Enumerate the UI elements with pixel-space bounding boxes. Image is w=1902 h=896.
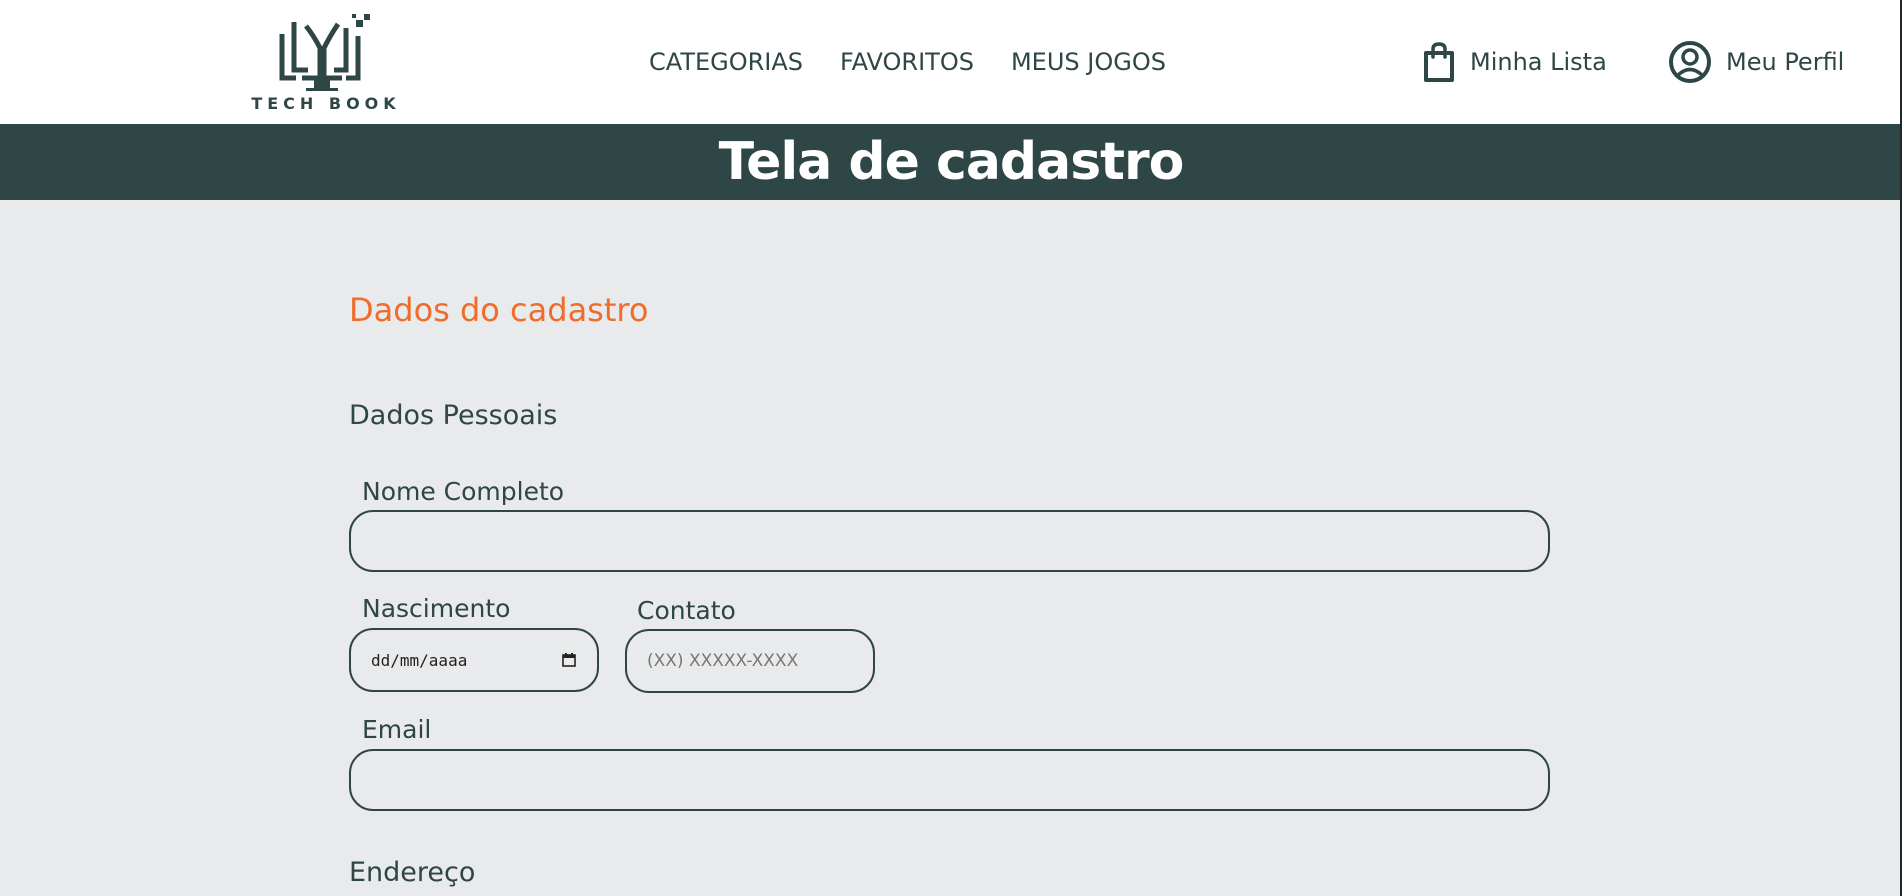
nav-meus-jogos[interactable]: MEUS JOGOS	[1011, 48, 1166, 76]
personal-data-heading: Dados Pessoais	[349, 400, 558, 431]
page-title: Tela de cadastro	[718, 132, 1185, 192]
site-header: TECH BOOK CATEGORIAS FAVORITOS MEUS JOGO…	[0, 0, 1902, 124]
minha-lista-link[interactable]: Minha Lista	[1422, 40, 1607, 84]
logo[interactable]: TECH BOOK	[250, 12, 401, 113]
email-input[interactable]	[349, 749, 1550, 811]
book-logo-icon	[279, 14, 370, 91]
email-label: Email	[362, 715, 432, 744]
name-label: Nome Completo	[362, 477, 565, 506]
shopping-bag-icon	[1424, 42, 1454, 82]
title-banner: Tela de cadastro	[0, 124, 1902, 200]
nav-categorias[interactable]: CATEGORIAS	[649, 48, 803, 76]
logo-text: TECH BOOK	[251, 94, 401, 113]
main-nav: CATEGORIAS FAVORITOS MEUS JOGOS	[649, 48, 1166, 76]
calendar-icon[interactable]	[561, 652, 577, 668]
section-title: Dados do cadastro	[349, 291, 649, 329]
contact-label: Contato	[637, 596, 736, 625]
birth-label: Nascimento	[362, 594, 511, 623]
contact-input[interactable]	[625, 629, 875, 693]
birth-date-placeholder: dd/mm/aaaa	[371, 650, 468, 670]
meu-perfil-label: Meu Perfil	[1726, 48, 1845, 76]
user-circle-icon	[1669, 41, 1711, 83]
minha-lista-label: Minha Lista	[1470, 48, 1607, 76]
nav-favoritos[interactable]: FAVORITOS	[840, 48, 974, 76]
meu-perfil-link[interactable]: Meu Perfil	[1668, 40, 1844, 84]
birth-date-input[interactable]: dd/mm/aaaa	[349, 628, 599, 692]
address-heading: Endereço	[349, 857, 476, 888]
name-input[interactable]	[349, 510, 1550, 572]
